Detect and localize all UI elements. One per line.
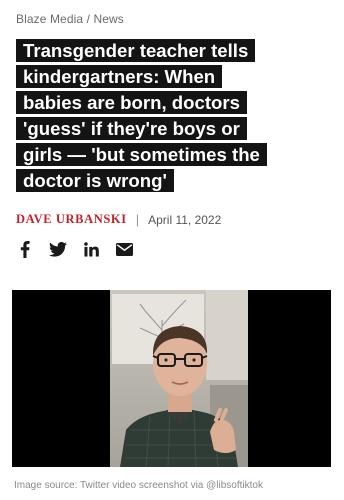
headline-line: doctor is wrong' (16, 169, 174, 192)
breadcrumb-separator: / (86, 12, 91, 26)
video-screenshot (110, 290, 248, 467)
facebook-icon[interactable] (16, 240, 34, 258)
image-caption: Image source: Twitter video screenshot v… (14, 480, 263, 491)
breadcrumb-section-link[interactable]: News (93, 12, 123, 26)
share-bar (16, 240, 133, 258)
author-link[interactable]: DAVE URBANSKI (16, 212, 127, 227)
article-image (12, 290, 331, 467)
headline-line: girls — 'but sometimes the (16, 143, 267, 166)
publish-date: April 11, 2022 (148, 212, 222, 227)
headline-line: kindergartners: When (16, 65, 223, 88)
linkedin-icon[interactable] (82, 240, 100, 258)
byline-separator: | (135, 212, 140, 227)
headline-line: babies are born, doctors (16, 91, 247, 114)
article-headline: Transgender teacher tells kindergartners… (16, 38, 306, 194)
byline: DAVE URBANSKI | April 11, 2022 (16, 212, 221, 227)
headline-line: 'guess' if they're boys or (16, 117, 247, 140)
email-icon[interactable] (115, 240, 133, 258)
breadcrumb-site-link[interactable]: Blaze Media (16, 12, 83, 26)
headline-line: Transgender teacher tells (16, 39, 256, 62)
breadcrumb: Blaze Media / News (16, 12, 124, 26)
twitter-icon[interactable] (49, 240, 67, 258)
